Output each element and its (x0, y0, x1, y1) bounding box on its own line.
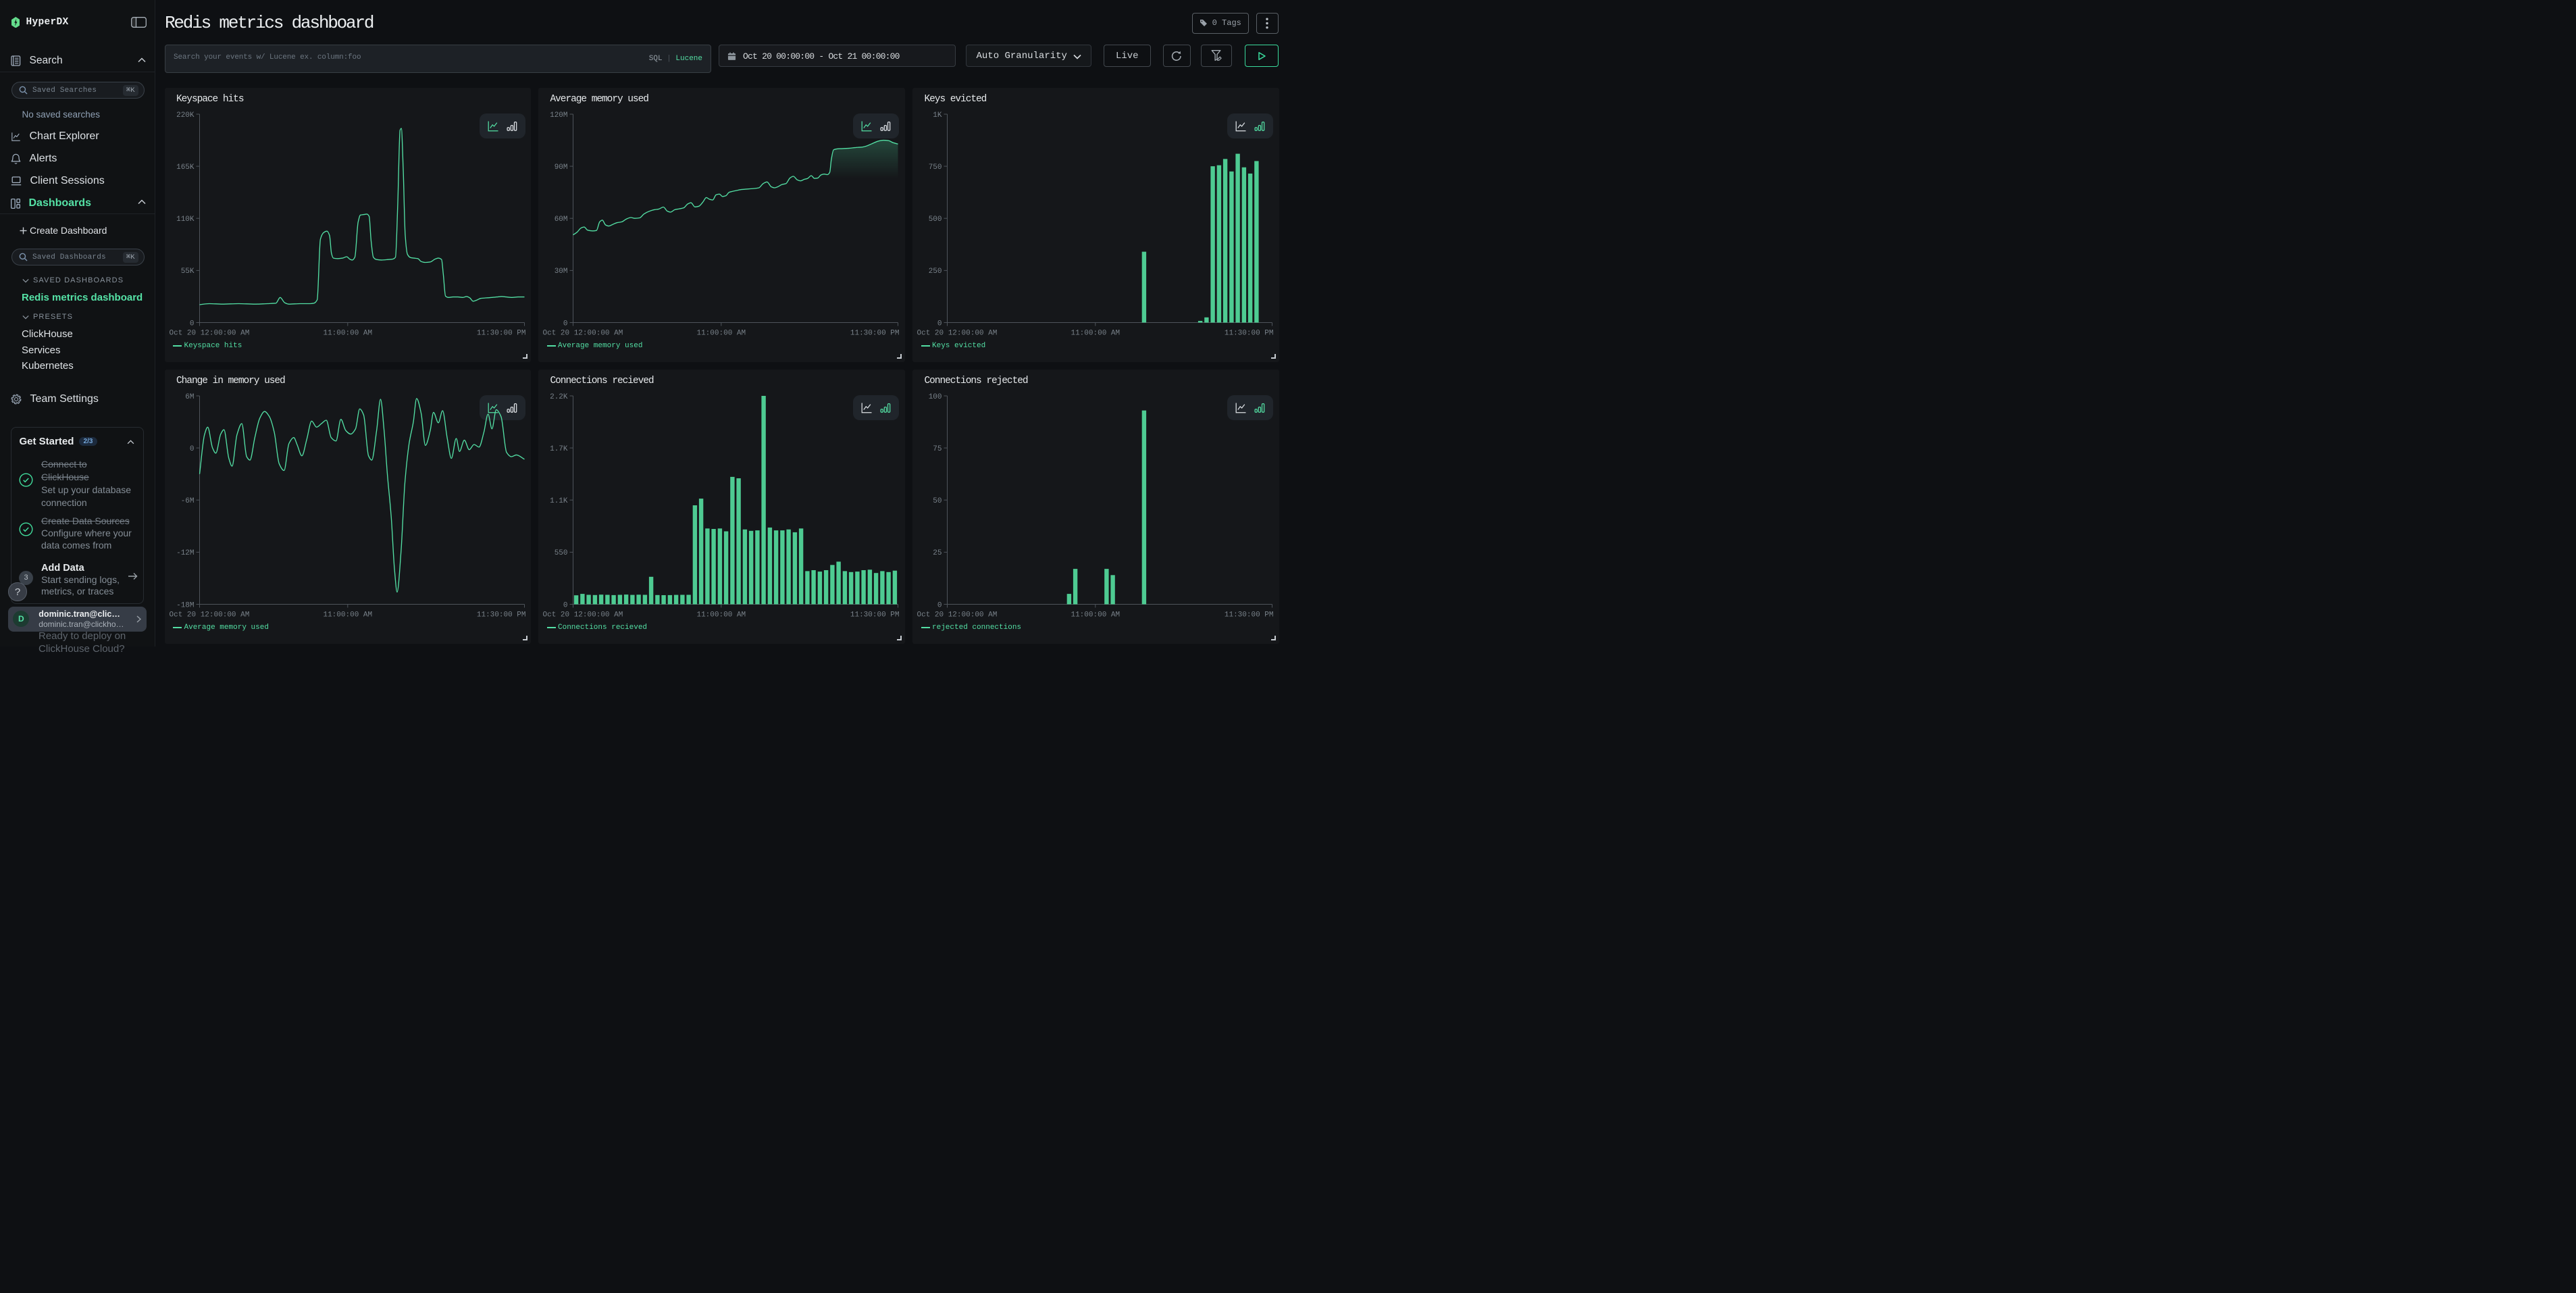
svg-text:165K: 165K (176, 163, 195, 172)
svg-text:750: 750 (929, 163, 942, 172)
svg-text:11:00:00 AM: 11:00:00 AM (323, 330, 372, 338)
svg-text:-12M: -12M (176, 549, 194, 557)
svg-text:11:00:00 AM: 11:00:00 AM (696, 330, 746, 338)
svg-text:Oct 20 12:00:00 AM: Oct 20 12:00:00 AM (917, 611, 998, 619)
svg-text:90M: 90M (555, 163, 568, 172)
svg-text:Oct 20 12:00:00 AM: Oct 20 12:00:00 AM (543, 330, 623, 338)
svg-text:11:00:00 AM: 11:00:00 AM (1071, 611, 1120, 619)
svg-text:120M: 120M (550, 111, 567, 120)
svg-text:11:30:00 PM: 11:30:00 PM (850, 330, 900, 338)
svg-text:50: 50 (933, 497, 942, 505)
svg-text:100: 100 (929, 393, 942, 401)
svg-text:11:00:00 AM: 11:00:00 AM (1071, 330, 1120, 338)
svg-text:1.1K: 1.1K (550, 497, 568, 505)
svg-text:55K: 55K (180, 268, 194, 276)
svg-text:0: 0 (563, 601, 568, 609)
svg-text:Oct 20 12:00:00 AM: Oct 20 12:00:00 AM (169, 330, 249, 338)
svg-text:500: 500 (929, 216, 942, 224)
svg-text:0: 0 (937, 320, 942, 328)
svg-text:0: 0 (189, 320, 194, 328)
svg-text:30M: 30M (555, 268, 568, 276)
svg-text:0: 0 (189, 445, 194, 453)
svg-text:6M: 6M (185, 393, 194, 401)
svg-text:250: 250 (929, 268, 942, 276)
svg-text:1K: 1K (933, 111, 942, 120)
svg-text:11:00:00 AM: 11:00:00 AM (696, 611, 746, 619)
svg-text:2.2K: 2.2K (550, 393, 568, 401)
svg-text:11:00:00 AM: 11:00:00 AM (323, 611, 372, 619)
svg-text:60M: 60M (555, 216, 568, 224)
svg-text:Oct 20 12:00:00 AM: Oct 20 12:00:00 AM (543, 611, 623, 619)
svg-text:0: 0 (563, 320, 568, 328)
svg-text:11:30:00 PM: 11:30:00 PM (476, 330, 525, 338)
svg-text:25: 25 (933, 549, 942, 557)
svg-text:11:30:00 PM: 11:30:00 PM (850, 611, 900, 619)
svg-text:11:30:00 PM: 11:30:00 PM (1225, 330, 1274, 338)
svg-text:75: 75 (933, 445, 942, 453)
svg-text:11:30:00 PM: 11:30:00 PM (1225, 611, 1274, 619)
svg-text:Oct 20 12:00:00 AM: Oct 20 12:00:00 AM (169, 611, 249, 619)
svg-text:220K: 220K (176, 111, 195, 120)
svg-text:-18M: -18M (176, 601, 194, 609)
svg-text:Oct 20 12:00:00 AM: Oct 20 12:00:00 AM (917, 330, 998, 338)
svg-text:-6M: -6M (180, 497, 194, 505)
svg-text:550: 550 (555, 549, 568, 557)
svg-text:110K: 110K (176, 216, 195, 224)
svg-text:1.7K: 1.7K (550, 445, 568, 453)
svg-text:0: 0 (937, 601, 942, 609)
svg-text:11:30:00 PM: 11:30:00 PM (476, 611, 525, 619)
